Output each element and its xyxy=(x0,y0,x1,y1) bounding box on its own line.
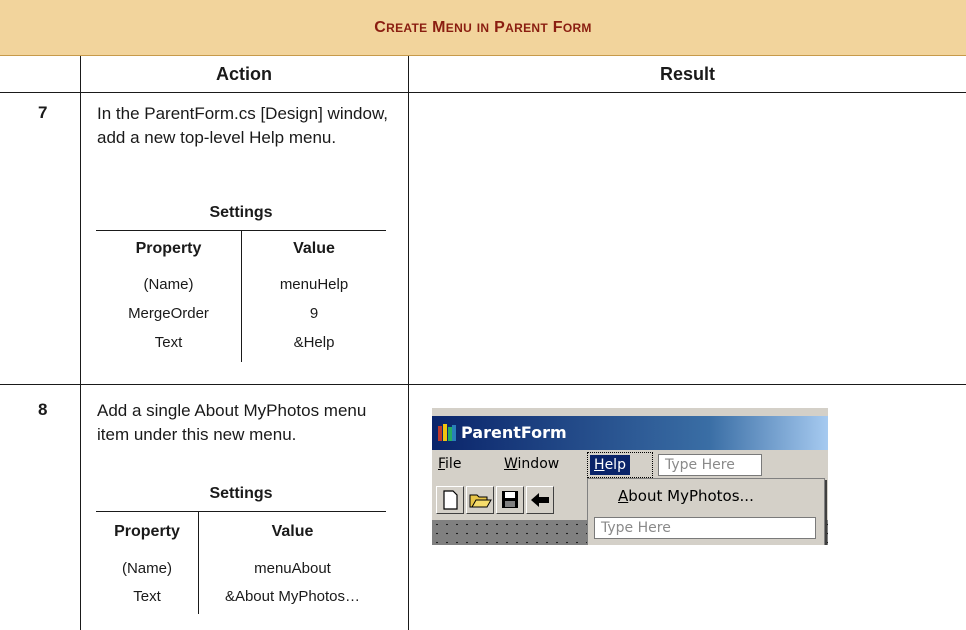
value-cell: &About MyPhotos… xyxy=(224,588,361,605)
type-here-item-box[interactable]: Type Here xyxy=(594,517,816,539)
back-button[interactable] xyxy=(526,486,554,514)
banner-word: ARENT xyxy=(505,20,548,35)
menu-label: bout MyPhotos... xyxy=(628,487,754,505)
step-action-text: Add a single About MyPhotos menu item un… xyxy=(97,401,367,444)
step-action-text: In the ParentForm.cs [Design] window, ad… xyxy=(97,104,389,147)
banner-word: REATE xyxy=(386,20,428,35)
row-divider xyxy=(0,384,966,385)
banner-letter: F xyxy=(552,18,563,36)
menu-file[interactable]: File xyxy=(438,456,461,472)
help-dropdown-menu: About MyPhotos... Type Here xyxy=(587,478,825,545)
banner-word: ENU xyxy=(445,20,473,35)
property-header: Property xyxy=(114,523,180,540)
title-bar: ParentForm xyxy=(432,416,828,450)
menu-label: indow xyxy=(517,456,560,472)
banner-letter: P xyxy=(494,18,506,36)
value-cell: menuHelp xyxy=(279,276,349,293)
property-header: Property xyxy=(135,240,202,257)
property-cell: Text xyxy=(133,588,161,605)
value-cell: menuAbout xyxy=(254,560,331,577)
value-cell: 9 xyxy=(309,305,319,322)
step-number: 7 xyxy=(38,103,48,122)
step-number: 8 xyxy=(38,400,48,419)
property-cell: (Name) xyxy=(143,276,194,293)
banner-letter: C xyxy=(374,18,387,36)
menu-label: ile xyxy=(445,456,462,472)
column-divider xyxy=(80,56,81,630)
menu-mnemonic: H xyxy=(594,457,605,473)
parentform-screenshot: ParentForm File Window Help Type Here Ab… xyxy=(432,407,828,545)
back-arrow-icon xyxy=(531,493,549,507)
menu-window[interactable]: Window xyxy=(504,456,559,472)
value-header: Value xyxy=(271,523,314,540)
save-button[interactable] xyxy=(496,486,524,514)
column-divider xyxy=(408,56,409,630)
property-cell: (Name) xyxy=(121,560,172,577)
menu-help[interactable]: Help xyxy=(587,452,653,478)
settings-rule xyxy=(96,511,386,512)
table-header-row: Action Result xyxy=(0,56,966,93)
menu-mnemonic: A xyxy=(618,487,629,505)
settings-title: Settings xyxy=(209,485,273,502)
menu-mnemonic: W xyxy=(504,456,518,472)
property-cell: MergeOrder xyxy=(128,305,209,322)
action-header: Action xyxy=(216,63,272,84)
banner-word: ORM xyxy=(562,20,592,35)
section-banner: C REATE M ENU IN P ARENT F ORM xyxy=(0,0,966,56)
menu-label: elp xyxy=(604,457,626,473)
open-button[interactable] xyxy=(466,486,494,514)
type-here-menu-box[interactable]: Type Here xyxy=(658,454,762,476)
property-cell: Text xyxy=(154,334,183,351)
settings-title: Settings xyxy=(209,204,273,221)
open-folder-icon xyxy=(469,494,492,508)
window-title: ParentForm xyxy=(461,423,567,442)
banner-word: IN xyxy=(476,20,490,35)
value-header: Value xyxy=(293,240,335,257)
new-file-icon xyxy=(443,490,458,510)
banner-letter: M xyxy=(432,18,446,36)
menu-item-about[interactable]: About MyPhotos... xyxy=(618,487,754,505)
form-icon xyxy=(438,424,456,441)
value-cell: &Help xyxy=(293,334,335,351)
result-header: Result xyxy=(659,63,715,84)
menu-mnemonic: F xyxy=(438,456,446,472)
new-button[interactable] xyxy=(436,486,464,514)
save-disk-icon xyxy=(502,491,518,508)
